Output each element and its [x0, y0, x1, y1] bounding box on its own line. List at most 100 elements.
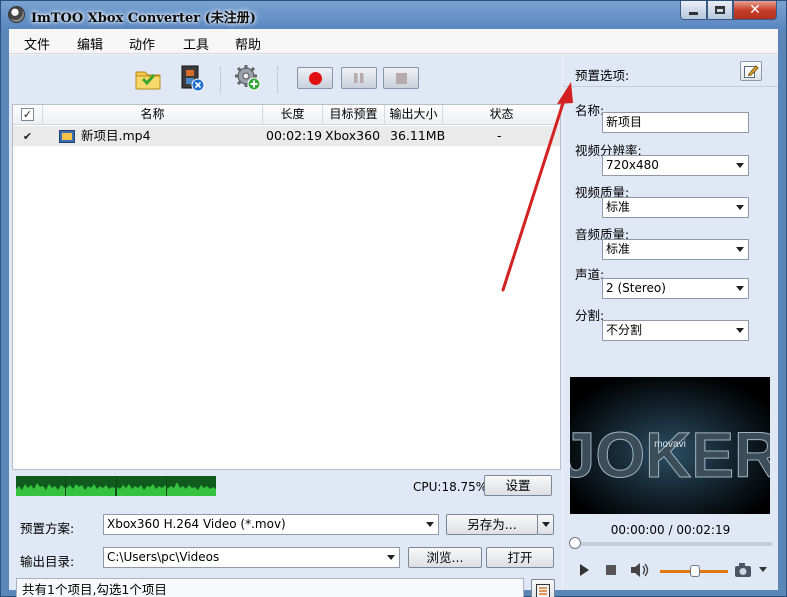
client-area: 文件 编辑 动作 工具 帮助 ✓ 名称 长度 目标预置 输出大小 状态 ✔ 新项… [9, 29, 778, 597]
name-input[interactable]: 新项目 [602, 112, 749, 133]
split-select[interactable]: 不分割 [602, 320, 749, 341]
video-preview[interactable]: JOKER movavi [570, 377, 770, 514]
chevron-down-icon [732, 198, 748, 217]
preview-frame: JOKER movavi [570, 377, 770, 514]
output-dir-select[interactable]: C:\Users\pc\Videos [103, 547, 400, 568]
close-icon: ✕ [749, 2, 761, 18]
watermark-logo-text: movavi [654, 439, 686, 450]
pause-button[interactable] [341, 67, 377, 89]
split-value: 不分割 [606, 323, 643, 337]
cpu-graph-segment [116, 476, 166, 496]
video-resolution-select[interactable]: 720x480 [602, 155, 749, 176]
preset-profile-select[interactable]: Xbox360 H.264 Video (*.mov) [103, 514, 439, 535]
title-bar[interactable]: ImTOO Xbox Converter (未注册) ✕ [1, 1, 786, 29]
video-quality-select[interactable]: 标准 [602, 197, 749, 218]
column-size[interactable]: 输出大小 [385, 105, 443, 124]
seek-bar[interactable] [573, 542, 773, 546]
chevron-down-icon [732, 240, 748, 259]
maximize-icon [715, 6, 725, 14]
column-name[interactable]: 名称 [43, 105, 263, 124]
app-icon [8, 6, 25, 23]
menu-edit[interactable]: 编辑 [77, 34, 103, 53]
channels-select[interactable]: 2 (Stereo) [602, 278, 749, 299]
gear-add-icon [235, 65, 261, 91]
output-dir-label: 输出目录: [20, 554, 75, 569]
toolbar [9, 55, 562, 103]
video-quality-value: 标准 [606, 200, 631, 214]
cpu-graph-segment [16, 476, 66, 496]
add-folder-icon [135, 71, 161, 90]
pause-icon [354, 73, 364, 83]
row-size: 36.11MB [390, 128, 446, 143]
film-remove-icon [181, 65, 205, 92]
audio-quality-select[interactable]: 标准 [602, 239, 749, 260]
chevron-down-icon [732, 321, 748, 340]
output-dir-value: C:\Users\pc\Videos [107, 550, 220, 564]
menu-help[interactable]: 帮助 [235, 34, 261, 53]
row-checkbox[interactable]: ✔ [21, 130, 34, 143]
preset-options-title: 预置选项: [575, 68, 630, 83]
chevron-down-icon [541, 522, 550, 527]
snapshot-camera-icon[interactable] [733, 561, 755, 579]
record-icon [308, 71, 322, 85]
notes-icon [536, 584, 550, 597]
cpu-graph [16, 476, 216, 496]
maximize-button[interactable] [707, 1, 733, 20]
close-button[interactable]: ✕ [733, 1, 777, 20]
menu-tools[interactable]: 工具 [183, 34, 209, 53]
row-name: 新项目.mp4 [81, 128, 151, 143]
window-title: ImTOO Xbox Converter (未注册) [31, 11, 256, 26]
open-button[interactable]: 打开 [486, 547, 554, 568]
menu-file[interactable]: 文件 [24, 34, 50, 53]
settings-button[interactable]: 设置 [484, 475, 552, 496]
chevron-down-icon [732, 156, 748, 175]
volume-icon[interactable] [629, 561, 651, 579]
minimize-button[interactable] [680, 1, 707, 20]
preset-profile-value: Xbox360 H.264 Video (*.mov) [107, 517, 286, 531]
select-all-checkbox[interactable]: ✓ [21, 108, 34, 121]
save-as-button[interactable]: 另存为... [446, 514, 538, 535]
minimize-icon [689, 11, 698, 15]
channels-value: 2 (Stereo) [606, 281, 666, 295]
save-as-dropdown-button[interactable] [537, 514, 554, 535]
stop-icon [395, 72, 407, 84]
chevron-down-icon [732, 279, 748, 298]
pencil-icon [744, 65, 759, 78]
chevron-down-icon[interactable] [759, 567, 767, 573]
stop-icon[interactable] [605, 564, 617, 576]
log-button[interactable] [531, 579, 555, 597]
browse-button[interactable]: 浏览... [408, 547, 482, 568]
list-header: ✓ 名称 长度 目标预置 输出大小 状态 [13, 105, 560, 125]
video-file-icon [59, 130, 75, 143]
column-status[interactable]: 状态 [443, 105, 560, 124]
playback-time: 00:00:00 / 00:02:19 [610, 523, 731, 537]
cpu-usage-label: CPU:18.75% [413, 480, 488, 494]
header-checkbox-cell: ✓ [13, 105, 43, 124]
channels-label: 声道: [575, 267, 605, 282]
toolbar-separator [277, 67, 278, 93]
start-convert-button[interactable] [297, 67, 333, 89]
row-target: Xbox360 [325, 128, 381, 143]
remove-file-button[interactable] [177, 63, 207, 93]
edit-preset-button[interactable] [740, 61, 762, 81]
toolbar-separator [220, 67, 221, 93]
play-icon[interactable] [578, 563, 590, 577]
add-profile-button[interactable] [233, 63, 263, 93]
table-row[interactable]: ✔ 新项目.mp4 00:02:19 Xbox360 36.11MB - [13, 126, 560, 146]
left-panel: ✓ 名称 长度 目标预置 输出大小 状态 ✔ 新项目.mp4 00:02:19 [9, 55, 562, 597]
add-file-button[interactable] [133, 63, 163, 93]
name-label: 名称: [575, 103, 605, 118]
file-list[interactable]: ✓ 名称 长度 目标预置 输出大小 状态 ✔ 新项目.mp4 00:02:19 [12, 104, 561, 470]
stop-button[interactable] [383, 67, 419, 89]
menu-action[interactable]: 动作 [129, 34, 155, 53]
column-length[interactable]: 长度 [263, 105, 323, 124]
cpu-graph-segment [166, 476, 216, 496]
preset-options-panel: 预置选项: 名称: 新项目 视频分辨率: 720x480 视频质量: 标准 音频… [563, 55, 778, 590]
chevron-down-icon [422, 515, 438, 534]
seek-thumb[interactable] [569, 537, 581, 549]
menu-bar: 文件 编辑 动作 工具 帮助 [9, 29, 778, 54]
column-target[interactable]: 目标预置 [323, 105, 385, 124]
player-controls [563, 555, 778, 590]
preset-options-header: 预置选项: [563, 55, 778, 87]
volume-thumb[interactable] [690, 565, 700, 577]
